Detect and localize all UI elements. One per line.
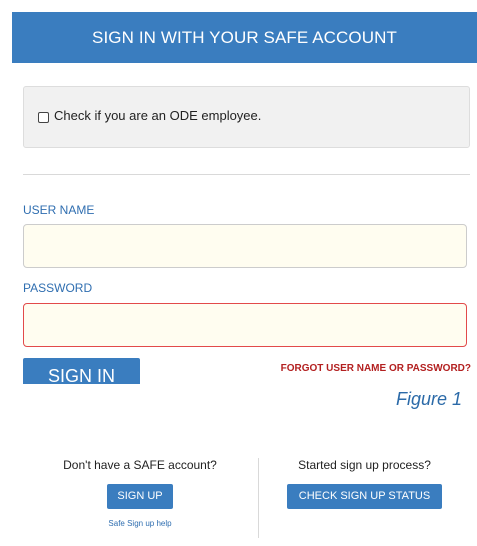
forgot-credentials-link[interactable]: FORGOT USER NAME OR PASSWORD? bbox=[281, 363, 471, 374]
signup-status-section: Started sign up process? CHECK SIGN UP S… bbox=[272, 458, 457, 509]
username-label: USER NAME bbox=[23, 203, 95, 217]
signin-header: SIGN IN WITH YOUR SAFE ACCOUNT bbox=[12, 12, 477, 63]
signup-button[interactable]: SIGN UP bbox=[107, 484, 173, 509]
employee-checkbox-label[interactable]: Check if you are an ODE employee. bbox=[54, 108, 261, 123]
username-field[interactable] bbox=[23, 224, 467, 268]
signup-help-link[interactable]: Safe Sign up help bbox=[50, 519, 230, 528]
signup-section: Don't have a SAFE account? SIGN UP Safe … bbox=[50, 458, 230, 528]
signin-header-title: SIGN IN WITH YOUR SAFE ACCOUNT bbox=[92, 28, 397, 47]
signin-button[interactable]: SIGN IN bbox=[23, 358, 140, 384]
password-label: PASSWORD bbox=[23, 281, 93, 295]
password-field[interactable] bbox=[23, 303, 467, 347]
figure-caption: Figure 1 bbox=[396, 389, 463, 409]
signin-button-wrapper: SIGN IN bbox=[23, 358, 140, 384]
signup-prompt: Don't have a SAFE account? bbox=[63, 458, 217, 472]
employee-checkbox-panel: Check if you are an ODE employee. bbox=[23, 86, 470, 148]
signup-status-prompt: Started sign up process? bbox=[298, 458, 431, 472]
signup-divider bbox=[258, 458, 259, 538]
check-signup-status-button[interactable]: CHECK SIGN UP STATUS bbox=[286, 484, 443, 509]
section-divider bbox=[23, 174, 470, 175]
employee-checkbox[interactable] bbox=[38, 112, 49, 123]
